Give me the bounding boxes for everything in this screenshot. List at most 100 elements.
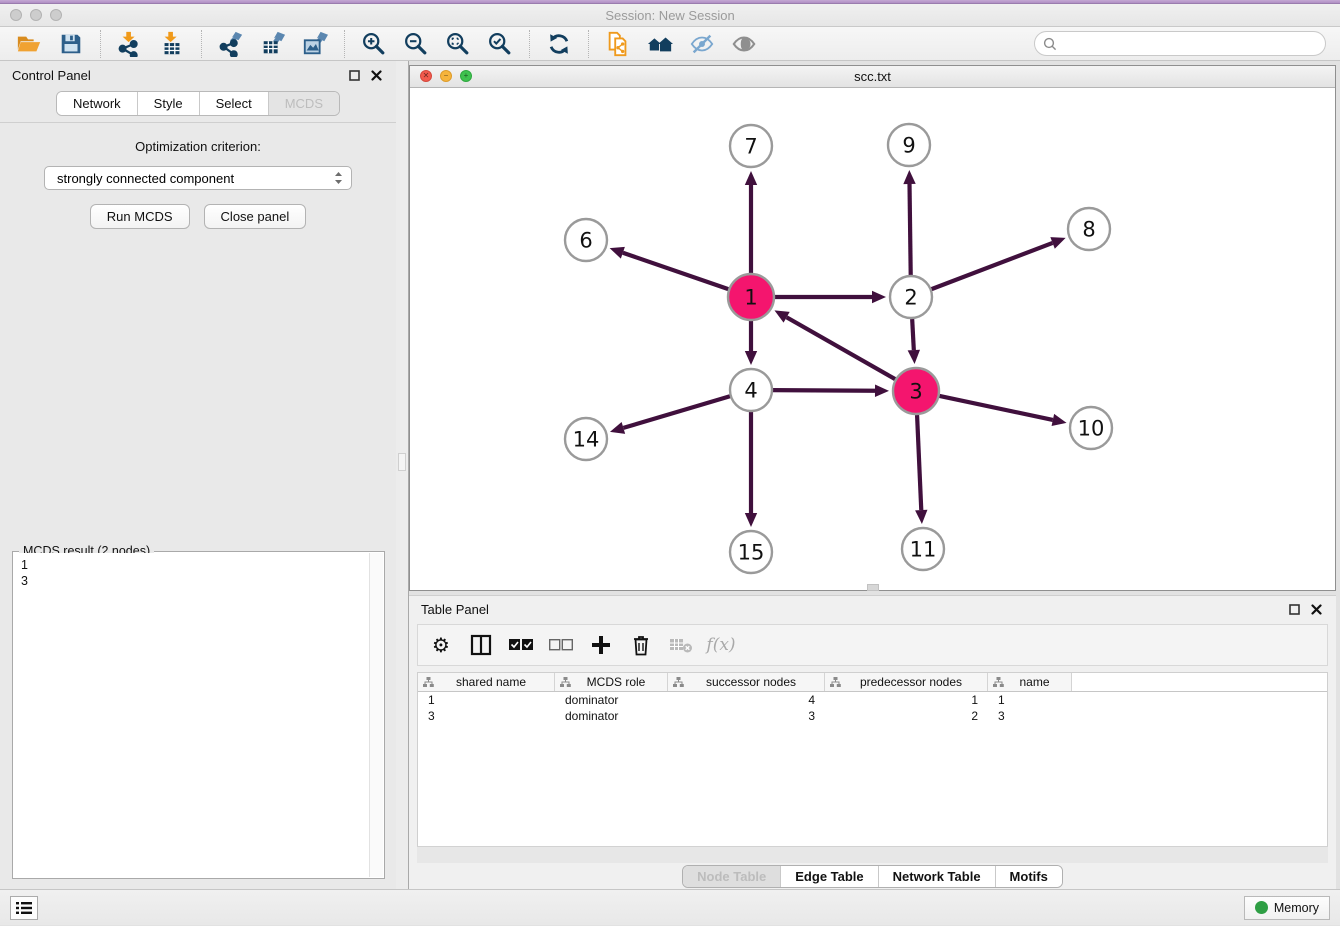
node-label-3: 3	[909, 379, 922, 403]
open-session-button[interactable]	[10, 29, 48, 59]
edge-3-11[interactable]	[917, 415, 921, 510]
network-minimize-button[interactable]: −	[440, 70, 452, 82]
tab-network-table[interactable]: Network Table	[879, 866, 996, 887]
home-button[interactable]	[641, 29, 679, 59]
close-panel-button[interactable]: Close panel	[204, 204, 307, 229]
tab-network[interactable]: Network	[57, 92, 138, 115]
tab-node-table[interactable]: Node Table	[683, 866, 781, 887]
edge-2-3[interactable]	[912, 319, 914, 350]
edge-3-1[interactable]	[787, 317, 896, 379]
task-history-button[interactable]	[10, 896, 38, 920]
delete-column-button[interactable]	[628, 632, 654, 658]
panel-splitter[interactable]	[396, 61, 409, 889]
column-header-predecessor-nodes[interactable]: predecessor nodes	[825, 673, 988, 691]
refresh-view-button[interactable]	[540, 29, 578, 59]
table-cell[interactable]: 4	[668, 692, 825, 708]
export-image-button[interactable]	[296, 29, 334, 59]
edge-4-3[interactable]	[773, 390, 875, 391]
edge-arrowhead	[875, 385, 889, 397]
search-input[interactable]	[1062, 36, 1317, 51]
edge-2-8[interactable]	[932, 243, 1053, 289]
show-all-button[interactable]	[725, 29, 763, 59]
hide-selected-button[interactable]	[683, 29, 721, 59]
network-graph[interactable]: 7968124310141511	[410, 88, 1335, 590]
search-field[interactable]	[1034, 31, 1326, 56]
create-column-button[interactable]	[588, 632, 614, 658]
table-cell[interactable]: dominator	[555, 692, 668, 708]
export-network-button[interactable]	[212, 29, 250, 59]
main-toolbar	[0, 27, 1340, 61]
table-panel-float-button[interactable]	[1286, 601, 1302, 617]
app-close-button[interactable]	[10, 9, 22, 21]
node-label-11: 11	[910, 537, 937, 561]
save-session-button[interactable]	[52, 29, 90, 59]
close-icon	[1311, 604, 1322, 615]
tab-style[interactable]: Style	[138, 92, 200, 115]
network-close-button[interactable]: ✕	[420, 70, 432, 82]
table-cell[interactable]: 1	[988, 692, 1072, 708]
table-panel-close-button[interactable]	[1308, 601, 1324, 617]
zoom-selected-button[interactable]	[481, 29, 519, 59]
table-row[interactable]: 1dominator411	[418, 692, 1327, 708]
import-network-button[interactable]	[111, 29, 149, 59]
column-header-successor-nodes[interactable]: successor nodes	[668, 673, 825, 691]
table-settings-button[interactable]: ⚙	[428, 632, 454, 658]
run-mcds-button[interactable]: Run MCDS	[90, 204, 190, 229]
tab-mcds[interactable]: MCDS	[269, 92, 339, 115]
column-header-name[interactable]: name	[988, 673, 1072, 691]
memory-button[interactable]: Memory	[1244, 896, 1330, 920]
node-label-8: 8	[1082, 217, 1095, 241]
toolbar-separator	[588, 30, 589, 58]
import-network-icon	[117, 31, 143, 57]
zoom-fit-button[interactable]	[439, 29, 477, 59]
function-builder-button[interactable]: f(x)	[708, 632, 734, 658]
zoom-out-button[interactable]	[397, 29, 435, 59]
table-cell[interactable]: 3	[988, 708, 1072, 724]
network-canvas[interactable]: 7968124310141511	[410, 88, 1335, 590]
edge-3-10[interactable]	[939, 396, 1052, 420]
column-header-shared-name[interactable]: shared name	[418, 673, 555, 691]
clone-network-button[interactable]	[599, 29, 637, 59]
control-panel-close-button[interactable]	[368, 67, 384, 83]
clone-network-icon	[605, 31, 631, 57]
app-zoom-button[interactable]	[50, 9, 62, 21]
table-cell[interactable]: dominator	[555, 708, 668, 724]
splitter-grip[interactable]	[398, 453, 406, 471]
criterion-dropdown[interactable]: strongly connected component	[44, 166, 352, 190]
import-table-button[interactable]	[153, 29, 191, 59]
network-window-titlebar[interactable]: ✕ − + scc.txt	[410, 66, 1335, 88]
mcds-result-text[interactable]: 1 3	[14, 553, 369, 877]
zoom-in-icon	[361, 31, 387, 57]
memory-label: Memory	[1274, 901, 1319, 915]
result-scrollbar[interactable]	[369, 553, 383, 877]
app-minimize-button[interactable]	[30, 9, 42, 21]
edge-1-6[interactable]	[623, 253, 728, 289]
column-header-MCDS-role[interactable]: MCDS role	[555, 673, 668, 691]
table-row[interactable]: 3dominator323	[418, 708, 1327, 724]
table-cell[interactable]: 1	[825, 692, 988, 708]
fx-icon: f(x)	[706, 635, 735, 655]
mcds-tab-content: Optimization criterion: strongly connect…	[0, 122, 396, 889]
network-window-resize-grip[interactable]	[867, 584, 879, 591]
edge-2-9[interactable]	[910, 184, 911, 275]
table-cell[interactable]: 3	[418, 708, 555, 724]
table-cell[interactable]: 2	[825, 708, 988, 724]
app-title: Session: New Session	[0, 8, 1340, 23]
edge-arrowhead	[745, 171, 757, 185]
tab-motifs[interactable]: Motifs	[996, 866, 1062, 887]
export-table-button[interactable]	[254, 29, 292, 59]
node-label-1: 1	[744, 285, 757, 309]
show-columns-button[interactable]	[468, 632, 494, 658]
deselect-all-columns-button[interactable]	[548, 632, 574, 658]
network-zoom-button[interactable]: +	[460, 70, 472, 82]
table-cell[interactable]: 3	[668, 708, 825, 724]
node-label-10: 10	[1078, 416, 1105, 440]
zoom-in-button[interactable]	[355, 29, 393, 59]
table-cell[interactable]: 1	[418, 692, 555, 708]
select-all-columns-button[interactable]	[508, 632, 534, 658]
tab-select[interactable]: Select	[200, 92, 269, 115]
control-panel-float-button[interactable]	[346, 67, 362, 83]
tab-edge-table[interactable]: Edge Table	[781, 866, 878, 887]
delete-table-button[interactable]	[668, 632, 694, 658]
edge-4-14[interactable]	[623, 396, 730, 428]
